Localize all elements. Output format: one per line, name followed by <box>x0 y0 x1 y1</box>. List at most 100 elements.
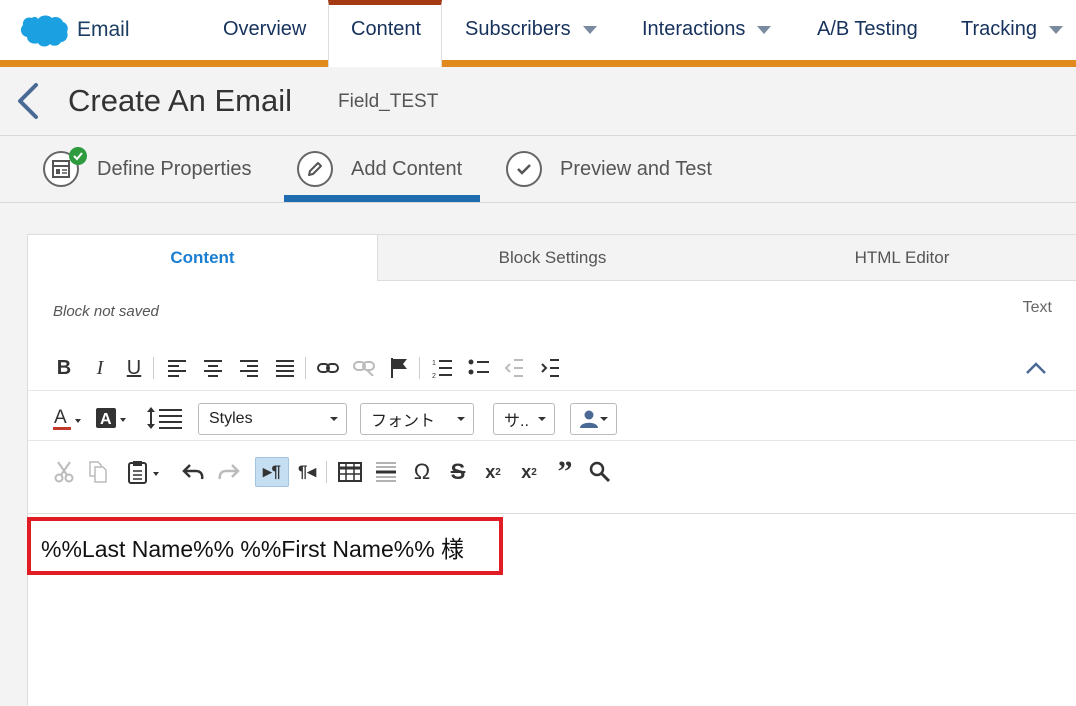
background-color-icon[interactable]: A <box>96 405 130 431</box>
paste-icon[interactable] <box>126 459 166 485</box>
caret-down-icon <box>600 417 608 421</box>
caret-down-icon <box>538 417 546 421</box>
app-name[interactable]: Email <box>77 18 130 42</box>
tab-ab-testing-label: A/B Testing <box>817 18 918 40</box>
bold-button[interactable]: B <box>52 355 76 381</box>
bullet-list-icon[interactable] <box>466 355 492 381</box>
svg-text:2: 2 <box>432 373 436 378</box>
nav-accent-bar <box>0 60 1076 67</box>
completed-check-icon <box>69 147 87 165</box>
tab-interactions-label: Interactions <box>642 18 746 40</box>
wizard-steps: Define Properties Add Content Preview an… <box>0 137 1076 203</box>
underline-button[interactable]: U <box>122 355 146 381</box>
link-icon[interactable] <box>315 355 341 381</box>
svg-text:A: A <box>54 407 67 428</box>
ltr-direction-icon[interactable]: ▸¶ <box>255 457 289 487</box>
tab-subscribers-label: Subscribers <box>465 18 571 40</box>
text-color-icon[interactable]: A <box>52 405 86 431</box>
tab-content[interactable]: Content <box>328 0 442 67</box>
toolbar-formatting: B I U 12 <box>28 345 1076 391</box>
rtl-direction-icon[interactable]: ¶◂ <box>294 459 320 485</box>
toolbar-divider <box>305 357 306 379</box>
font-dropdown[interactable]: フォント <box>360 403 474 435</box>
styles-dropdown[interactable]: Styles <box>198 403 347 435</box>
check-icon <box>506 151 542 187</box>
step-preview-and-test[interactable]: Preview and Test <box>506 151 712 187</box>
step-label: Define Properties <box>97 157 252 180</box>
editor-content-area[interactable]: %%Last Name%% %%First Name%% 様 <box>27 513 1076 706</box>
chevron-down-icon <box>1048 25 1063 34</box>
active-step-indicator <box>284 195 480 202</box>
salesforce-cloud-logo[interactable] <box>18 14 68 48</box>
caret-down-icon <box>330 417 338 421</box>
search-icon[interactable] <box>588 459 612 485</box>
subscript-button[interactable]: x2 <box>480 459 506 485</box>
numbered-list-icon[interactable]: 12 <box>429 355 455 381</box>
toolbar-divider <box>419 357 420 379</box>
step-define-properties[interactable]: Define Properties <box>43 147 252 187</box>
layout-icon <box>43 147 87 187</box>
back-arrow-icon[interactable] <box>14 81 44 121</box>
cut-icon[interactable] <box>52 459 76 485</box>
step-label: Add Content <box>351 157 463 180</box>
block-type-label: Text <box>1022 299 1052 316</box>
align-left-icon[interactable] <box>165 355 189 381</box>
align-center-icon[interactable] <box>201 355 225 381</box>
indent-icon[interactable] <box>538 355 562 381</box>
outdent-icon[interactable] <box>502 355 526 381</box>
strikethrough-button[interactable]: S <box>446 459 470 485</box>
align-justify-icon[interactable] <box>273 355 297 381</box>
special-character-omega-icon[interactable]: Ω <box>410 459 434 485</box>
toolbar-editing: ▸¶ ¶◂ Ω S x2 x2 ” <box>28 449 1076 513</box>
email-name: Field_TEST <box>338 91 439 112</box>
copy-icon[interactable] <box>86 459 110 485</box>
superscript-button[interactable]: x2 <box>516 459 542 485</box>
size-dropdown-value: サ.. <box>504 413 529 430</box>
anchor-flag-icon[interactable] <box>387 355 411 381</box>
unlink-icon[interactable] <box>351 355 377 381</box>
size-dropdown[interactable]: サ.. <box>493 403 555 435</box>
undo-icon[interactable] <box>180 459 206 485</box>
collapse-toolbar-chevron-up-icon[interactable] <box>1024 355 1048 381</box>
tab-content-label: Content <box>351 18 422 40</box>
tab-html-editor[interactable]: HTML Editor <box>727 235 1076 281</box>
top-navigation: Email Overview Content Subscribers Inter… <box>0 0 1076 67</box>
table-icon[interactable] <box>337 459 363 485</box>
align-right-icon[interactable] <box>237 355 261 381</box>
caret-down-icon <box>457 417 465 421</box>
line-height-icon[interactable] <box>144 405 184 431</box>
step-add-content[interactable]: Add Content <box>297 151 462 187</box>
chevron-down-icon <box>757 25 772 34</box>
tab-block-settings[interactable]: Block Settings <box>378 235 727 281</box>
horizontal-line-icon[interactable] <box>374 459 398 485</box>
personalization-dropdown[interactable] <box>570 403 617 435</box>
user-icon <box>580 410 598 428</box>
step-label: Preview and Test <box>560 157 712 180</box>
page-header: Create An Email Field_TEST <box>0 67 1076 136</box>
tab-tracking[interactable]: Tracking <box>961 18 1063 41</box>
tab-interactions[interactable]: Interactions <box>642 18 772 41</box>
italic-button[interactable]: I <box>88 355 112 381</box>
font-dropdown-value: フォント <box>371 413 436 430</box>
content-text[interactable]: %%Last Name%% %%First Name%% 様 <box>41 530 464 564</box>
chevron-down-icon <box>582 25 597 34</box>
editor-tabs: Content Block Settings HTML Editor <box>28 235 1076 281</box>
pencil-icon <box>297 151 333 187</box>
block-save-status: Block not saved <box>53 303 159 320</box>
svg-text:1: 1 <box>432 360 436 367</box>
toolbar-styles: A A Styles フォント サ.. <box>28 395 1076 441</box>
tab-overview-label: Overview <box>223 18 307 40</box>
toolbar-divider <box>326 461 327 483</box>
page-title: Create An Email <box>68 83 292 118</box>
content-editor-card: Content Block Settings HTML Editor Block… <box>27 234 1076 706</box>
tab-ab-testing[interactable]: A/B Testing <box>817 18 918 41</box>
tab-subscribers[interactable]: Subscribers <box>465 18 597 41</box>
svg-text:A: A <box>100 411 112 428</box>
toolbar-divider <box>153 357 154 379</box>
tab-tracking-label: Tracking <box>961 18 1037 40</box>
styles-dropdown-value: Styles <box>209 410 253 427</box>
tab-editor-content[interactable]: Content <box>28 235 378 281</box>
redo-icon[interactable] <box>216 459 242 485</box>
tab-overview[interactable]: Overview <box>223 18 306 41</box>
blockquote-icon[interactable]: ” <box>552 455 578 488</box>
